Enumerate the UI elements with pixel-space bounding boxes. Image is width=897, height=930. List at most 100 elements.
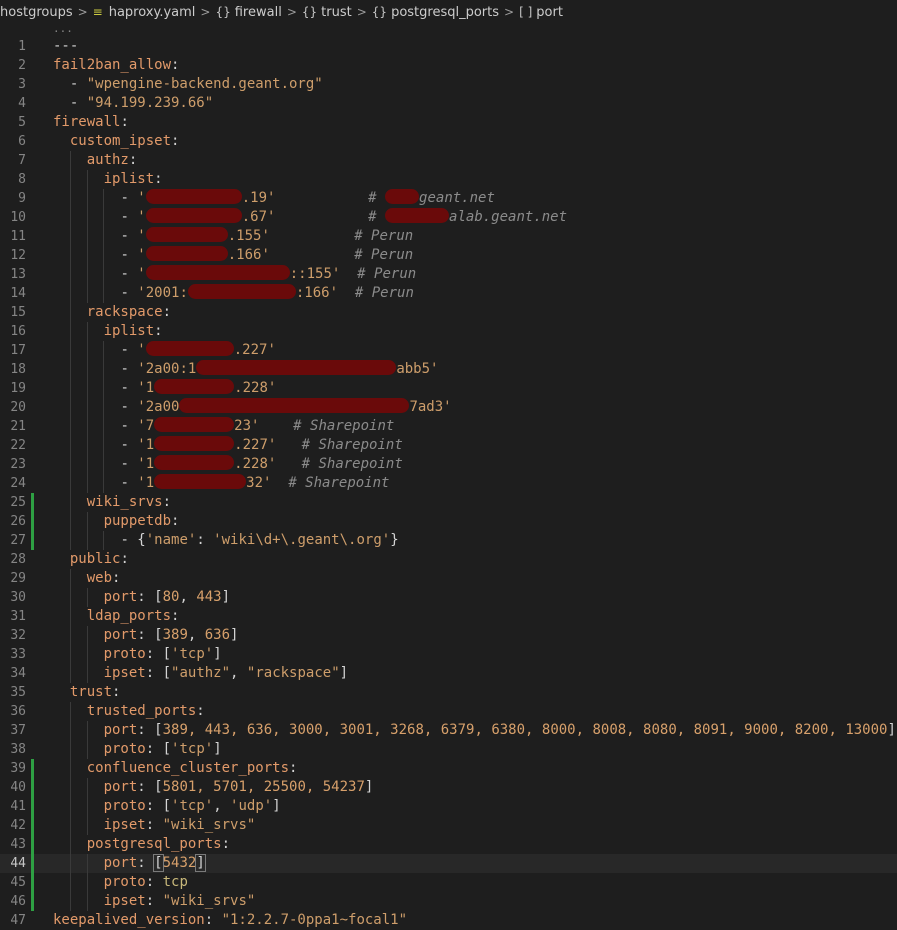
code-line[interactable]: 42 ipset: "wiki_srvs" — [0, 816, 897, 835]
code-line[interactable]: 18 - '2a00:1 abb5' — [0, 360, 897, 379]
code-line[interactable]: 11 - ' .155' # Perun — [0, 227, 897, 246]
git-change-marker[interactable] — [31, 759, 34, 778]
line-number[interactable]: 45 — [0, 873, 26, 892]
code-line[interactable]: 2 fail2ban_allow: — [0, 56, 897, 75]
breadcrumb-item-haproxy-yaml[interactable]: ≡ haproxy.yaml — [93, 5, 196, 20]
line-number[interactable]: 25 — [0, 493, 26, 512]
line-number[interactable]: 27 — [0, 531, 26, 550]
code-line[interactable]: 1 --- — [0, 37, 897, 56]
code-line[interactable]: 25 wiki_srvs: — [0, 493, 897, 512]
code-line[interactable]: 40 port: [5801, 5701, 25500, 54237] — [0, 778, 897, 797]
code-line[interactable]: 6 custom_ipset: — [0, 132, 897, 151]
git-change-marker[interactable] — [31, 493, 34, 512]
line-number[interactable]: 4 — [0, 94, 26, 113]
line-number[interactable]: 22 — [0, 436, 26, 455]
line-number[interactable]: 2 — [0, 56, 26, 75]
line-number[interactable]: 31 — [0, 607, 26, 626]
line-number[interactable]: 30 — [0, 588, 26, 607]
git-change-marker[interactable] — [31, 873, 34, 892]
breadcrumb-item-port[interactable]: [ ] port — [519, 5, 563, 20]
line-number[interactable]: 39 — [0, 759, 26, 778]
line-number[interactable]: 46 — [0, 892, 26, 911]
line-number[interactable]: 42 — [0, 816, 26, 835]
line-number[interactable]: 5 — [0, 113, 26, 132]
git-change-marker[interactable] — [31, 531, 34, 550]
code-line[interactable]: 16 iplist: — [0, 322, 897, 341]
code-line[interactable]: 23 - '1 .228' # Sharepoint — [0, 455, 897, 474]
code-line[interactable]: 46 ipset: "wiki_srvs" — [0, 892, 897, 911]
code-line[interactable]: 5 firewall: — [0, 113, 897, 132]
code-line[interactable]: 30 port: [80, 443] — [0, 588, 897, 607]
line-number[interactable]: 34 — [0, 664, 26, 683]
line-number[interactable]: 44 — [0, 854, 26, 873]
code-line[interactable]: 47 keepalived_version: "1:2.2.7-0ppa1~foc… — [0, 911, 897, 930]
line-number[interactable]: 40 — [0, 778, 26, 797]
line-number[interactable]: 19 — [0, 379, 26, 398]
code-line[interactable]: 9 - ' .19' # geant.net — [0, 189, 897, 208]
line-number[interactable]: 18 — [0, 360, 26, 379]
line-number[interactable]: 11 — [0, 227, 26, 246]
code-line[interactable]: 37 port: [389, 443, 636, 3000, 3001, 326… — [0, 721, 897, 740]
code-line[interactable]: 8 iplist: — [0, 170, 897, 189]
line-number[interactable]: 13 — [0, 265, 26, 284]
code-line[interactable]: 4 - "94.199.239.66" — [0, 94, 897, 113]
code-line[interactable]: 20 - '2a00 7ad3' — [0, 398, 897, 417]
code-line[interactable]: 38 proto: ['tcp'] — [0, 740, 897, 759]
code-line[interactable]: 45 proto: tcp — [0, 873, 897, 892]
code-line[interactable]: 34 ipset: ["authz", "rackspace"] — [0, 664, 897, 683]
code-line[interactable]: 33 proto: ['tcp'] — [0, 645, 897, 664]
line-number[interactable]: 24 — [0, 474, 26, 493]
code-line[interactable]: 43 postgresql_ports: — [0, 835, 897, 854]
line-number[interactable]: 23 — [0, 455, 26, 474]
line-number[interactable]: 16 — [0, 322, 26, 341]
code-line[interactable]: 31 ldap_ports: — [0, 607, 897, 626]
line-number[interactable]: 1 — [0, 37, 26, 56]
line-number[interactable]: 7 — [0, 151, 26, 170]
line-number[interactable]: 9 — [0, 189, 26, 208]
code-line[interactable]: 3 - "wpengine-backend.geant.org" — [0, 75, 897, 94]
breadcrumb-item-trust[interactable]: {} trust — [302, 5, 352, 20]
folded-region-ellipsis[interactable]: ... — [53, 22, 73, 35]
line-number[interactable]: 15 — [0, 303, 26, 322]
line-number[interactable]: 29 — [0, 569, 26, 588]
code-line[interactable]: 26 puppetdb: — [0, 512, 897, 531]
code-line[interactable]: 24 - '1 32' # Sharepoint — [0, 474, 897, 493]
line-number[interactable]: 32 — [0, 626, 26, 645]
code-line[interactable]: 36 trusted_ports: — [0, 702, 897, 721]
line-number[interactable]: 6 — [0, 132, 26, 151]
git-change-marker[interactable] — [31, 816, 34, 835]
git-change-marker[interactable] — [31, 892, 34, 911]
git-change-marker[interactable] — [31, 778, 34, 797]
line-number[interactable]: 26 — [0, 512, 26, 531]
line-number[interactable]: 12 — [0, 246, 26, 265]
breadcrumb-item-firewall[interactable]: {} firewall — [215, 5, 281, 20]
line-number[interactable]: 3 — [0, 75, 26, 94]
code-line[interactable]: 44 port: [5432] — [0, 854, 897, 873]
code-line[interactable]: 17 - ' .227' — [0, 341, 897, 360]
git-change-marker[interactable] — [31, 854, 34, 873]
line-number[interactable]: 28 — [0, 550, 26, 569]
code-line[interactable]: 28 public: — [0, 550, 897, 569]
line-number[interactable]: 10 — [0, 208, 26, 227]
code-line[interactable]: 29 web: — [0, 569, 897, 588]
line-number[interactable]: 37 — [0, 721, 26, 740]
code-line[interactable]: 22 - '1 .227' # Sharepoint — [0, 436, 897, 455]
line-number[interactable]: 38 — [0, 740, 26, 759]
code-line[interactable]: 19 - '1 .228' — [0, 379, 897, 398]
code-line[interactable]: 14 - '2001::166' # Perun — [0, 284, 897, 303]
line-number[interactable]: 35 — [0, 683, 26, 702]
code-line[interactable]: 39 confluence_cluster_ports: — [0, 759, 897, 778]
code-line[interactable]: 35 trust: — [0, 683, 897, 702]
line-number[interactable]: 8 — [0, 170, 26, 189]
code-line[interactable]: 15 rackspace: — [0, 303, 897, 322]
code-line[interactable]: 27 - {'name': 'wiki\d+\.geant\.org'} — [0, 531, 897, 550]
line-number[interactable]: 36 — [0, 702, 26, 721]
line-number[interactable]: 20 — [0, 398, 26, 417]
breadcrumb-item-postgresql-ports[interactable]: {} postgresql_ports — [372, 5, 499, 20]
line-number[interactable]: 17 — [0, 341, 26, 360]
code-editor[interactable]: 1 --- 2 fail2ban_allow: 3 - "wpengine-backen… — [0, 37, 897, 930]
git-change-marker[interactable] — [31, 835, 34, 854]
code-line[interactable]: 10 - ' .67' # alab.geant.net — [0, 208, 897, 227]
code-line[interactable]: 12 - ' .166' # Perun — [0, 246, 897, 265]
git-change-marker[interactable] — [31, 797, 34, 816]
